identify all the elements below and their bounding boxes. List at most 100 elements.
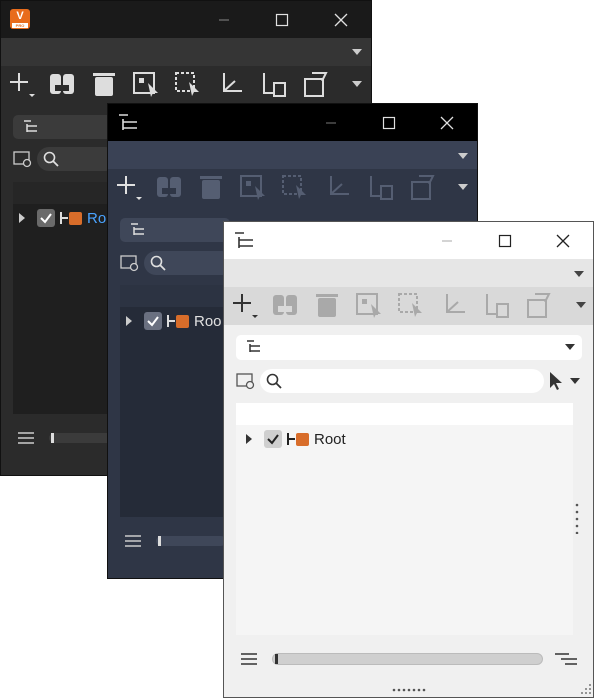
copy-axes-icon [263,73,286,97]
dark-close-button[interactable] [316,1,366,38]
light-zoom-slider[interactable] [272,653,543,665]
light-maximize-button[interactable] [480,222,530,259]
blue-group-button[interactable] [151,169,187,205]
dark-delete-button[interactable] [86,66,122,102]
blue-add-button[interactable] [111,169,147,205]
blue-zoom-slider[interactable] [156,536,226,546]
search-icon [266,373,282,389]
visibility-checkbox[interactable] [264,430,282,448]
color-swatch-icon [296,432,309,446]
dark-scope-dropdown[interactable] [13,115,113,139]
visibility-checkbox[interactable] [37,209,55,227]
light-titlebar [224,222,593,259]
blue-tree-panel: Roo [120,285,230,517]
toolbar-overflow-icon[interactable] [352,81,362,87]
app-logo-icon[interactable]: V PRO [10,9,30,29]
select-content-icon [133,72,158,97]
light-axes-button[interactable] [435,287,471,323]
blue-axes-button[interactable] [319,169,355,205]
dark-select-region-button[interactable] [170,66,206,102]
check-icon [147,316,159,327]
maximize-icon [275,13,289,26]
add-icon [233,294,258,318]
chevron-down-icon[interactable] [458,153,468,159]
menu-icon[interactable] [124,534,142,548]
axes-icon [223,73,242,92]
app-logo-letter: V [16,10,24,22]
tree-row[interactable]: Roo [126,307,222,335]
select-content-icon [356,293,381,318]
blue-search-input[interactable] [144,251,234,275]
color-swatch-icon [69,211,82,225]
filter-search-icon[interactable] [120,254,142,274]
filter-search-icon[interactable] [236,372,258,392]
dark-add-button[interactable] [4,66,40,102]
chevron-down-icon[interactable] [574,271,584,277]
blue-scope-dropdown[interactable] [120,218,230,242]
maximize-icon [498,234,512,247]
blue-delete-button[interactable] [193,169,229,205]
light-group-button[interactable] [267,287,303,323]
expand-arrow-icon[interactable] [246,434,252,444]
light-add-button[interactable] [227,287,263,323]
blue-close-button[interactable] [422,104,472,141]
light-select-content-button[interactable] [351,287,387,323]
dark-minimize-button[interactable] [199,1,249,38]
light-minimize-button[interactable] [422,222,472,259]
select-region-icon [398,293,422,317]
blue-minimize-button[interactable] [306,104,356,141]
dark-group-button[interactable] [44,66,80,102]
light-close-button[interactable] [538,222,588,259]
visibility-checkbox[interactable] [144,312,162,330]
blue-select-content-button[interactable] [235,169,271,205]
dark-rules-button[interactable] [297,66,333,102]
dark-select-content-button[interactable] [128,66,164,102]
light-scope-dropdown[interactable] [236,335,582,360]
light-rules-button[interactable] [520,287,556,323]
rules-icon [411,175,435,200]
menu-icon[interactable] [17,431,35,445]
light-select-mode-button[interactable] [548,370,582,392]
group-icon [50,74,74,94]
dark-search-input[interactable] [37,147,117,171]
expand-arrow-icon[interactable] [19,213,25,223]
blue-copy-axes-button[interactable] [362,169,398,205]
light-search-input[interactable] [260,369,544,393]
expand-arrow-icon[interactable] [126,316,132,326]
add-icon [117,176,142,200]
select-region-icon [282,175,306,199]
menu-icon[interactable] [240,652,258,666]
bottom-resize-handle-icon[interactable] [392,688,426,692]
node-connector-icon [167,315,175,327]
tree-row[interactable]: Ro [19,204,106,232]
toolbar-overflow-icon[interactable] [576,302,586,308]
blue-menu-bar [108,141,477,169]
resize-grip-icon[interactable] [580,683,592,695]
dark-copy-axes-button[interactable] [255,66,291,102]
outline-icon [235,232,253,248]
light-window: Root [223,221,594,698]
light-select-region-button[interactable] [393,287,429,323]
blue-rules-button[interactable] [404,169,440,205]
dark-axes-button[interactable] [212,66,248,102]
search-icon [43,151,59,167]
chevron-down-icon[interactable] [352,49,362,55]
app-logo-badge: PRO [12,23,28,28]
tree-root-label: Ro [87,209,107,227]
dark-menu-bar [1,38,371,66]
drag-handle-icon[interactable] [575,502,579,534]
blue-toolbar [108,169,477,207]
blue-maximize-button[interactable] [364,104,414,141]
toolbar-overflow-icon[interactable] [458,184,468,190]
delete-icon [93,73,115,96]
align-right-icon[interactable] [554,652,578,666]
minimize-icon [219,19,229,20]
blue-select-region-button[interactable] [277,169,313,205]
search-icon [150,255,166,271]
tree-row[interactable]: Root [246,425,346,453]
dark-maximize-button[interactable] [257,1,307,38]
light-delete-button[interactable] [309,287,345,323]
light-copy-axes-button[interactable] [478,287,514,323]
filter-search-icon[interactable] [13,150,35,170]
maximize-icon [382,116,396,129]
